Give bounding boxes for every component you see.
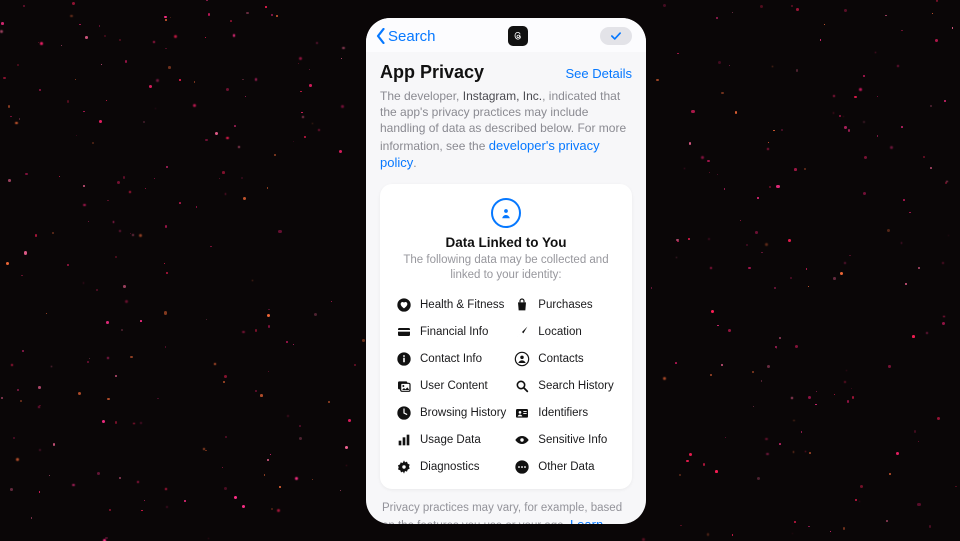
data-type-item: Search History (514, 378, 616, 394)
developer-name: Instagram, Inc. (463, 89, 542, 103)
privacy-card: Data Linked to You The following data ma… (380, 184, 632, 489)
back-label: Search (388, 28, 436, 45)
intro-prefix: The developer, (380, 89, 463, 103)
intro-end: . (413, 156, 416, 170)
threads-icon (512, 30, 524, 42)
heart-icon (396, 297, 412, 313)
data-type-item: Sensitive Info (514, 432, 616, 448)
data-type-label: Other Data (538, 461, 594, 473)
page-title: App Privacy (380, 62, 484, 83)
data-types-grid: Health & Fitness Purchases Financial Info L… (396, 297, 616, 475)
data-type-item: Purchases (514, 297, 616, 313)
contacts-icon (514, 351, 530, 367)
data-type-label: Usage Data (420, 434, 481, 446)
content: App Privacy See Details The developer, I… (366, 52, 646, 524)
data-type-item: Usage Data (396, 432, 506, 448)
data-type-item: Diagnostics (396, 459, 506, 475)
data-type-label: Browsing History (420, 407, 506, 419)
data-type-item: Browsing History (396, 405, 506, 421)
check-icon (610, 31, 622, 41)
content-icon (396, 378, 412, 394)
stage: Search App Privacy See Details The devel… (0, 0, 960, 541)
dots-icon (514, 459, 530, 475)
search-icon (514, 378, 530, 394)
data-type-label: Purchases (538, 299, 592, 311)
data-type-label: Sensitive Info (538, 434, 607, 446)
chevron-left-icon (376, 28, 386, 44)
person-circle-icon (491, 198, 521, 228)
data-type-item: Health & Fitness (396, 297, 506, 313)
phone-frame: Search App Privacy See Details The devel… (366, 18, 646, 524)
data-type-label: Health & Fitness (420, 299, 504, 311)
location-icon (514, 324, 530, 340)
data-type-item: Financial Info (396, 324, 506, 340)
app-icon (508, 26, 528, 46)
data-type-item: Location (514, 324, 616, 340)
data-type-label: User Content (420, 380, 488, 392)
navbar: Search (366, 18, 646, 52)
download-button[interactable] (600, 27, 632, 45)
header-row: App Privacy See Details (380, 62, 632, 83)
card-icon-wrap (396, 198, 616, 228)
card-subtitle: The following data may be collected and … (396, 253, 616, 283)
data-type-item: Other Data (514, 459, 616, 475)
see-details-link[interactable]: See Details (566, 66, 632, 81)
eye-icon (514, 432, 530, 448)
data-type-label: Identifiers (538, 407, 588, 419)
data-type-item: User Content (396, 378, 506, 394)
clock-icon (396, 405, 412, 421)
data-type-item: Contacts (514, 351, 616, 367)
intro-text: The developer, Instagram, Inc., indicate… (380, 88, 632, 172)
back-button[interactable]: Search (376, 28, 436, 45)
data-type-label: Search History (538, 380, 613, 392)
data-type-item: Contact Info (396, 351, 506, 367)
data-type-label: Financial Info (420, 326, 488, 338)
id-icon (514, 405, 530, 421)
data-type-label: Contact Info (420, 353, 482, 365)
footer-text: Privacy practices may vary, for example,… (380, 501, 632, 524)
bars-icon (396, 432, 412, 448)
gear-icon (396, 459, 412, 475)
card-title: Data Linked to You (396, 235, 616, 250)
data-type-label: Diagnostics (420, 461, 479, 473)
card-icon (396, 324, 412, 340)
bag-icon (514, 297, 530, 313)
data-type-label: Contacts (538, 353, 583, 365)
data-type-label: Location (538, 326, 581, 338)
data-type-item: Identifiers (514, 405, 616, 421)
info-icon (396, 351, 412, 367)
